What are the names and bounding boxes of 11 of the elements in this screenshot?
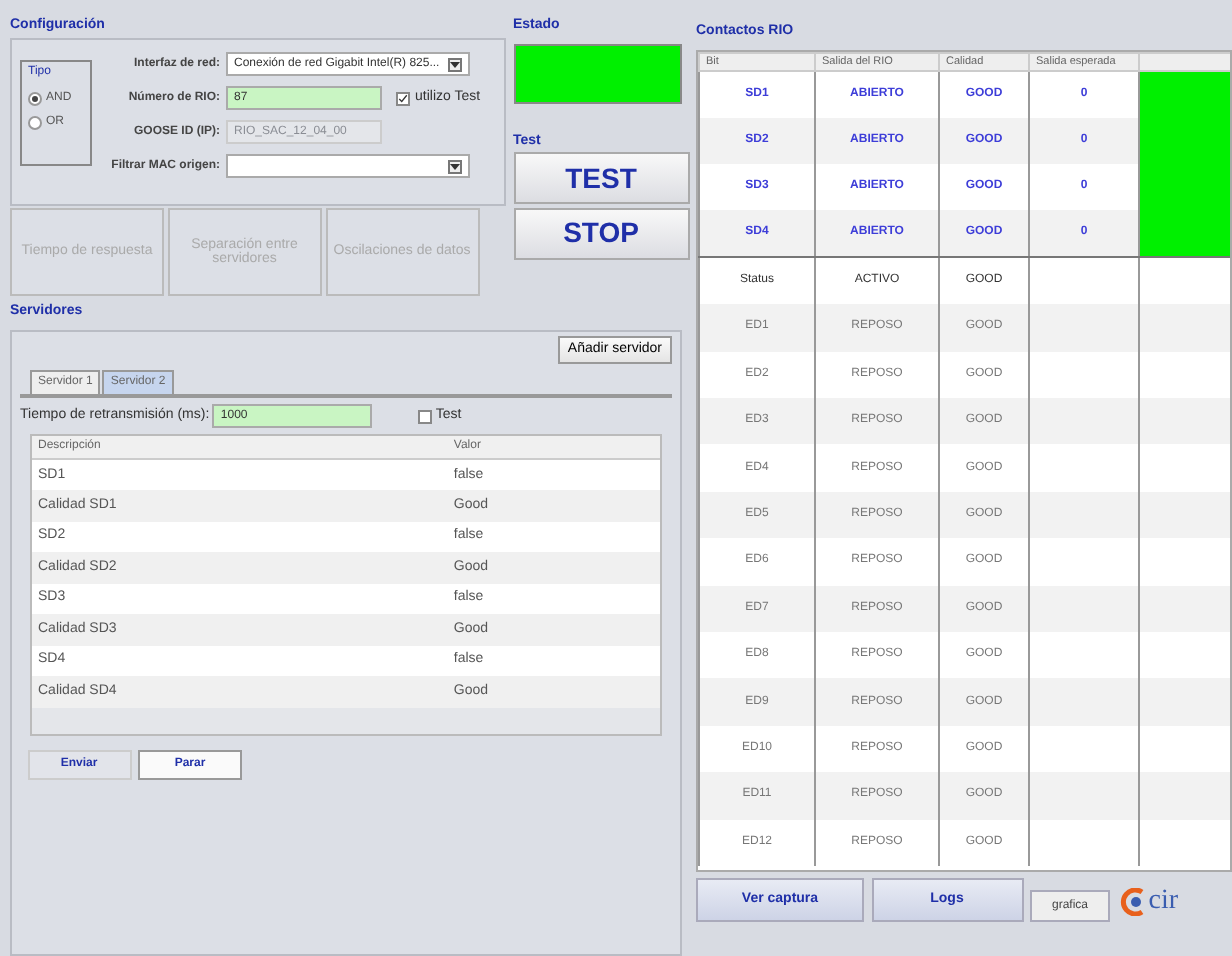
checkbox[interactable] <box>418 409 433 424</box>
caret-icon <box>448 159 462 173</box>
logo-text: cir <box>1148 884 1179 920</box>
logo-icon <box>1120 887 1149 915</box>
checkbox[interactable] <box>395 91 409 105</box>
caret-icon <box>448 57 462 71</box>
test-button[interactable]: TEST <box>513 152 689 204</box>
test-button[interactable]: STOP <box>513 207 689 260</box>
radio-button[interactable] <box>28 91 42 105</box>
radio-button[interactable] <box>28 116 42 130</box>
dropdown[interactable] <box>226 154 470 178</box>
